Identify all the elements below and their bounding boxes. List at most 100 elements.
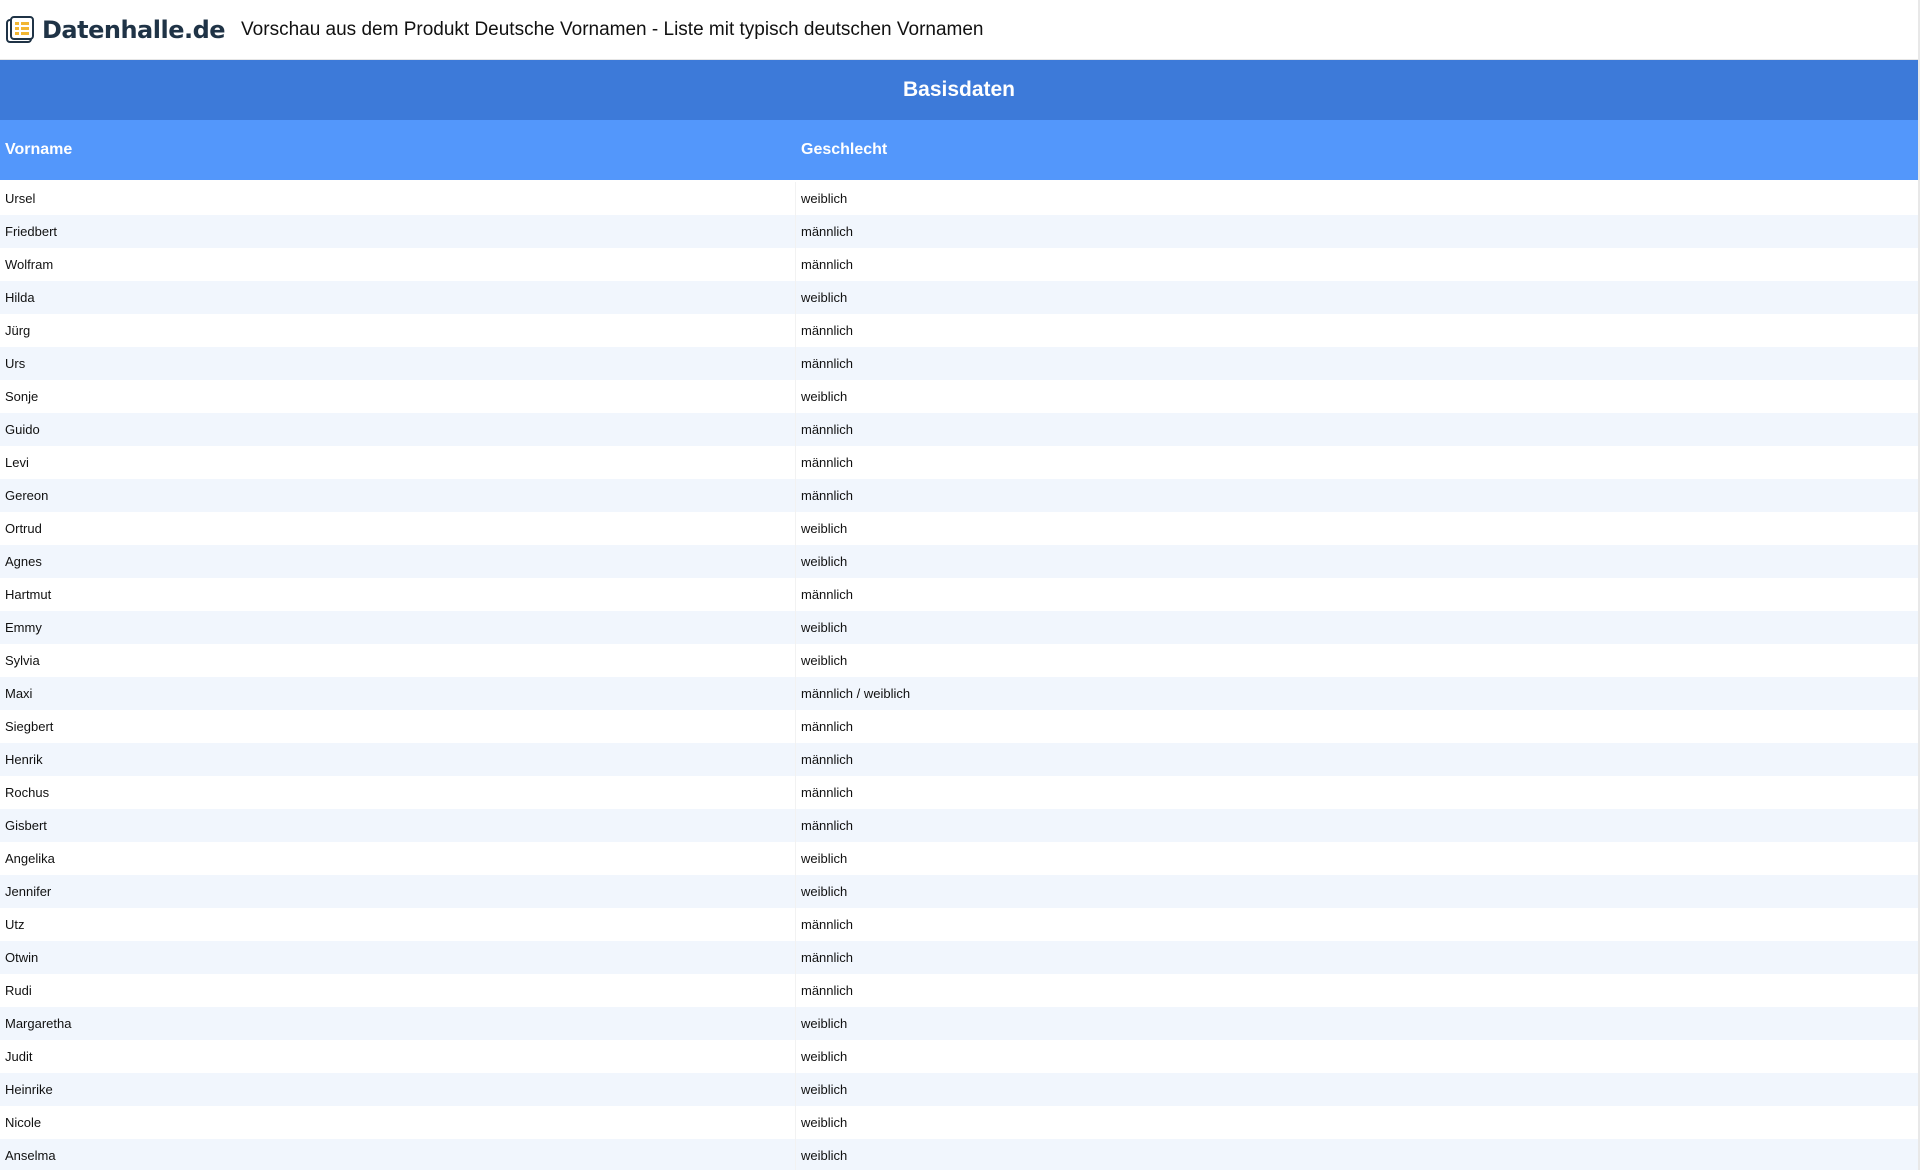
table-row: Gisbert männlich [0, 809, 1918, 842]
page: Datenhalle.de Vorschau aus dem Produkt D… [0, 0, 1920, 1170]
cell-geschlecht: männlich [801, 785, 854, 800]
table-row: Urs männlich [0, 347, 1918, 380]
cell-geschlecht: weiblich [801, 521, 848, 536]
cell-geschlecht: weiblich [801, 884, 848, 899]
cell-vorname: Friedbert [0, 215, 796, 248]
cell-geschlecht: männlich / weiblich [801, 686, 911, 701]
cell-geschlecht: männlich [801, 422, 854, 437]
cell-geschlecht: weiblich [801, 653, 848, 668]
cell-geschlecht: männlich [801, 917, 854, 932]
table-row: Levi männlich [0, 446, 1918, 479]
cell-vorname: Emmy [0, 611, 796, 644]
cell-geschlecht: weiblich [801, 389, 848, 404]
cell-geschlecht: männlich [801, 950, 854, 965]
cell-vorname: Hilda [0, 281, 796, 314]
cell-vorname: Guido [0, 413, 796, 446]
cell-vorname: Jürg [0, 314, 796, 347]
table-row: Angelika weiblich [0, 842, 1918, 875]
cell-geschlecht: männlich [801, 257, 854, 272]
cell-vorname: Rudi [0, 974, 796, 1007]
cell-vorname: Urs [0, 347, 796, 380]
cell-vorname: Nicole [0, 1106, 796, 1139]
cell-geschlecht: weiblich [801, 191, 848, 206]
cell-vorname: Ursel [0, 182, 796, 215]
table-row: Jürg männlich [0, 314, 1918, 347]
table-row: Guido männlich [0, 413, 1918, 446]
table-row: Maxi männlich / weiblich [0, 677, 1918, 710]
cell-vorname: Agnes [0, 545, 796, 578]
cell-geschlecht: weiblich [801, 851, 848, 866]
cell-vorname: Judit [0, 1040, 796, 1073]
cell-vorname: Margaretha [0, 1007, 796, 1040]
table-row: Gereon männlich [0, 479, 1918, 512]
table-row: Wolfram männlich [0, 248, 1918, 281]
table-row: Emmy weiblich [0, 611, 1918, 644]
cell-geschlecht: weiblich [801, 1016, 848, 1031]
cell-geschlecht: männlich [801, 356, 854, 371]
column-header-geschlecht: Geschlecht [801, 141, 888, 158]
column-header-vorname: Vorname [5, 141, 73, 158]
cell-geschlecht: weiblich [801, 1115, 848, 1130]
cell-geschlecht: männlich [801, 752, 854, 767]
table-row: Heinrike weiblich [0, 1073, 1918, 1106]
cell-vorname: Siegbert [0, 710, 796, 743]
cell-geschlecht: weiblich [801, 290, 848, 305]
section-header: Basisdaten [0, 60, 1918, 120]
cell-vorname: Gisbert [0, 809, 796, 842]
cell-vorname: Wolfram [0, 248, 796, 281]
cell-vorname: Maxi [0, 677, 796, 710]
cell-vorname: Sylvia [0, 644, 796, 677]
table-body: Ursel weiblich Friedbert männlich Wolfram män… [0, 182, 1918, 1170]
table-row: Rochus männlich [0, 776, 1918, 809]
page-title: Vorschau aus dem Produkt Deutsche Vornam… [241, 18, 984, 40]
brand-logo[interactable]: Datenhalle.de [0, 0, 226, 59]
cell-geschlecht: männlich [801, 488, 854, 503]
table-row: Rudi männlich [0, 974, 1918, 1007]
cell-geschlecht: männlich [801, 719, 854, 734]
table-header: Vorname Geschlecht [0, 120, 1918, 180]
cell-geschlecht: männlich [801, 455, 854, 470]
cell-geschlecht: männlich [801, 323, 854, 338]
cell-vorname: Gereon [0, 479, 796, 512]
cell-vorname: Levi [0, 446, 796, 479]
brand-name: Datenhalle.de [42, 15, 226, 44]
cell-geschlecht: weiblich [801, 1049, 848, 1064]
table-row: Ursel weiblich [0, 182, 1918, 215]
cell-vorname: Anselma [0, 1139, 796, 1170]
table-row: Agnes weiblich [0, 545, 1918, 578]
cell-vorname: Ortrud [0, 512, 796, 545]
table-row: Friedbert männlich [0, 215, 1918, 248]
table-row: Siegbert männlich [0, 710, 1918, 743]
cell-vorname: Heinrike [0, 1073, 796, 1106]
cell-vorname: Hartmut [0, 578, 796, 611]
cell-geschlecht: weiblich [801, 554, 848, 569]
cell-geschlecht: männlich [801, 818, 854, 833]
table-row: Henrik männlich [0, 743, 1918, 776]
database-logo-icon [5, 14, 37, 46]
cell-vorname: Utz [0, 908, 796, 941]
cell-geschlecht: weiblich [801, 1148, 848, 1163]
cell-geschlecht: männlich [801, 587, 854, 602]
cell-geschlecht: männlich [801, 983, 854, 998]
table-row: Jennifer weiblich [0, 875, 1918, 908]
table-row: Sonje weiblich [0, 380, 1918, 413]
table-row: Ortrud weiblich [0, 512, 1918, 545]
cell-vorname: Rochus [0, 776, 796, 809]
section-title: Basisdaten [902, 78, 1016, 101]
table-row: Otwin männlich [0, 941, 1918, 974]
table-row: Margaretha weiblich [0, 1007, 1918, 1040]
cell-vorname: Jennifer [0, 875, 796, 908]
table-row: Sylvia weiblich [0, 644, 1918, 677]
table-row: Hilda weiblich [0, 281, 1918, 314]
top-bar: Datenhalle.de Vorschau aus dem Produkt D… [0, 0, 1918, 60]
cell-geschlecht: weiblich [801, 620, 848, 635]
table-row: Anselma weiblich [0, 1139, 1918, 1170]
table-row: Hartmut männlich [0, 578, 1918, 611]
cell-vorname: Henrik [0, 743, 796, 776]
cell-vorname: Angelika [0, 842, 796, 875]
table-row: Utz männlich [0, 908, 1918, 941]
table-row: Nicole weiblich [0, 1106, 1918, 1139]
cell-vorname: Otwin [0, 941, 796, 974]
cell-vorname: Sonje [0, 380, 796, 413]
cell-geschlecht: weiblich [801, 1082, 848, 1097]
